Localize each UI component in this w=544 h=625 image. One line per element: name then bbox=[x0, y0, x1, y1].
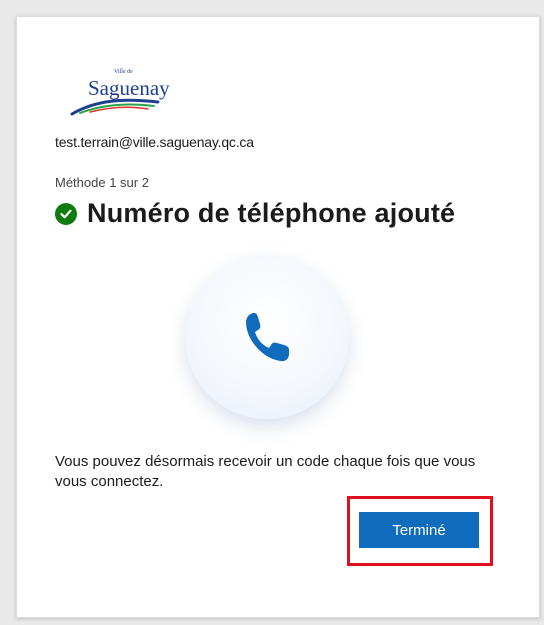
page-title: Numéro de téléphone ajouté bbox=[87, 198, 456, 228]
method-progress-label: Méthode 1 sur 2 bbox=[55, 175, 149, 190]
done-button[interactable]: Terminé bbox=[359, 512, 479, 548]
success-check-icon bbox=[55, 202, 77, 225]
phone-icon bbox=[246, 313, 289, 362]
title-row: Numéro de téléphone ajouté bbox=[55, 198, 455, 229]
account-email: test.terrain@ville.saguenay.qc.ca bbox=[55, 134, 254, 150]
logo-small-text: Ville de bbox=[114, 69, 133, 75]
saguenay-logo: Ville de Saguenay bbox=[66, 64, 216, 120]
info-message: Vous pouvez désormais recevoir un code c… bbox=[55, 453, 476, 490]
logo-name: Saguenay bbox=[88, 76, 170, 100]
phone-illustration bbox=[185, 255, 349, 419]
